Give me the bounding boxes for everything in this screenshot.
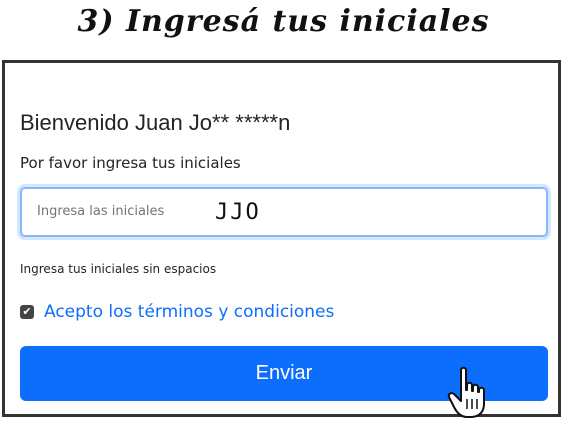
welcome-heading: Bienvenido Juan Jo** *****n [20, 110, 291, 135]
login-card: Bienvenido Juan Jo** *****n Por favor in… [2, 60, 561, 417]
instructions-label: Por favor ingresa tus iniciales [20, 154, 241, 172]
hand-pointer-cursor-icon [447, 366, 485, 418]
initials-input-value: JJO [215, 200, 261, 225]
submit-button-label: Enviar [255, 362, 313, 384]
terms-row[interactable]: ✔ Acepto los términos y condiciones [20, 302, 334, 322]
initials-input[interactable]: Ingresa las iniciales JJO [20, 187, 548, 237]
checkmark-icon: ✔ [22, 305, 32, 318]
terms-link[interactable]: Acepto los términos y condiciones [44, 302, 334, 322]
input-help-text: Ingresa tus iniciales sin espacios [20, 262, 217, 276]
terms-checkbox[interactable]: ✔ [20, 305, 34, 319]
initials-input-placeholder: Ingresa las iniciales [37, 204, 165, 219]
step-title: 3) Ingresá tus iniciales [77, 4, 490, 39]
